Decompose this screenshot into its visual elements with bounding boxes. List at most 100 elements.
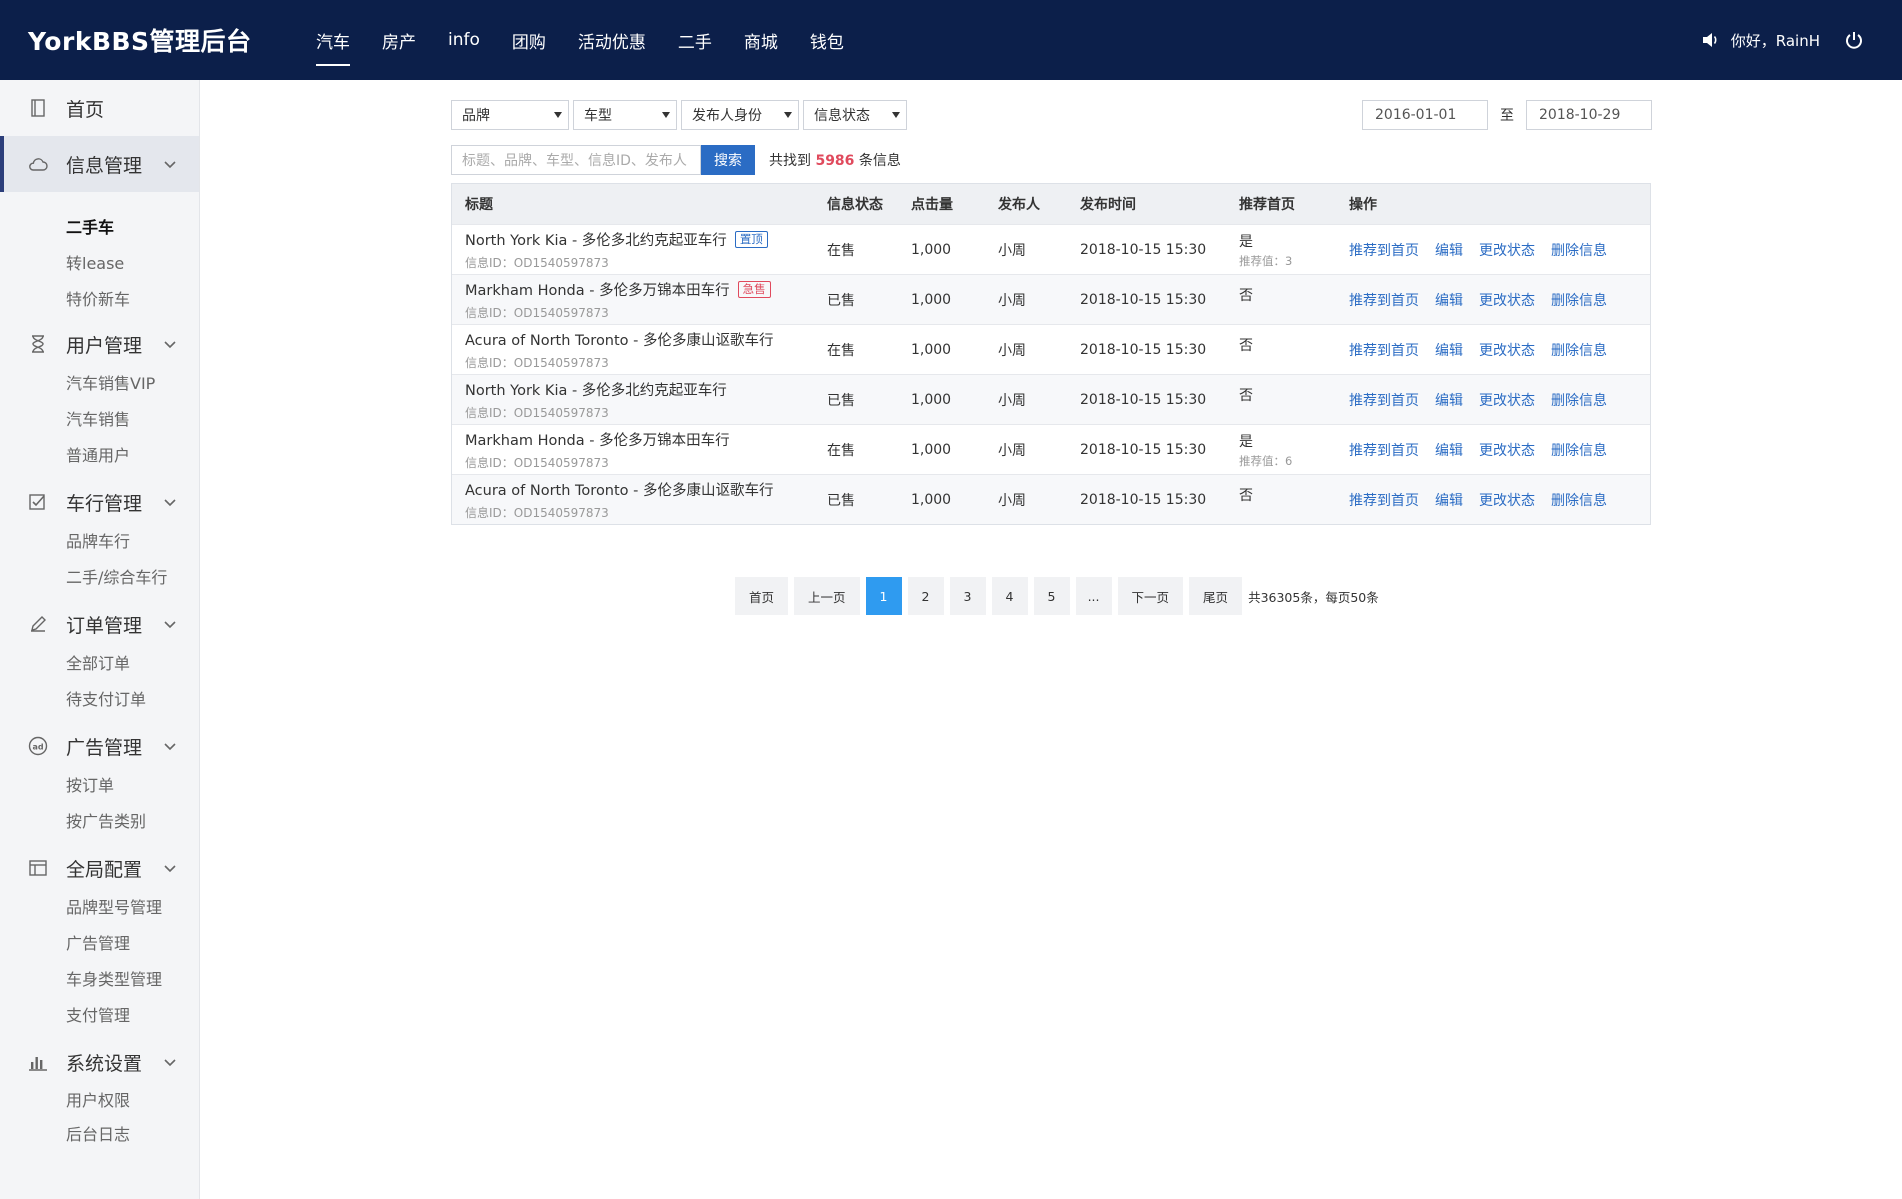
status-select-value: 信息状态 (814, 108, 870, 124)
sidebar-group-0[interactable]: 信息管理 (0, 136, 199, 192)
page-number-button[interactable]: 4 (991, 577, 1028, 615)
top-header: YorkBBS管理后台 汽车 房产 info 团购 活动优惠 二手 商城 钱包 你好，Rain… (0, 0, 1902, 80)
nav-tab-7[interactable]: 钱包 (794, 0, 860, 80)
delete-link[interactable]: 删除信息 (1551, 393, 1607, 409)
listing-title-line: Markham Honda - 多伦多万锦本田车行 急售 (465, 279, 827, 300)
delete-link[interactable]: 删除信息 (1551, 493, 1607, 509)
sidebar-item-1-2[interactable]: 普通用户 (0, 436, 199, 472)
date-from-input[interactable]: 2016-01-01 (1362, 100, 1488, 130)
sidebar-item-5-0[interactable]: 品牌型号管理 (0, 888, 199, 924)
sidebar-item-0-2[interactable]: 特价新车 (0, 280, 199, 316)
sidebar-item-2-0[interactable]: 品牌车行 (0, 522, 199, 558)
recommend-link[interactable]: 推荐到首页 (1349, 443, 1419, 459)
sidebar-group-6[interactable]: 系统设置 (0, 1042, 199, 1082)
brand-select-value: 品牌 (462, 108, 490, 124)
date-to-input[interactable]: 2018-10-29 (1526, 100, 1652, 130)
change-status-link[interactable]: 更改状态 (1479, 343, 1535, 359)
search-button[interactable]: 搜索 (701, 145, 755, 175)
page-number-button[interactable]: 1 (865, 577, 902, 615)
change-status-link[interactable]: 更改状态 (1479, 443, 1535, 459)
recommend-link[interactable]: 推荐到首页 (1349, 493, 1419, 509)
power-icon[interactable] (1842, 28, 1866, 52)
sidebar-group-5[interactable]: 全局配置 (0, 848, 199, 888)
nav-tab-2[interactable]: info (432, 0, 496, 80)
sidebar-item-4-0[interactable]: 按订单 (0, 766, 199, 802)
sidebar-group-1[interactable]: 用户管理 (0, 324, 199, 364)
cell-status: 已售 (827, 292, 855, 309)
first-page-button[interactable]: 首页 (735, 577, 789, 615)
recommend-link[interactable]: 推荐到首页 (1349, 343, 1419, 359)
sidebar-group-4[interactable]: ad 广告管理 (0, 726, 199, 766)
model-select[interactable]: 车型 (573, 100, 677, 130)
sidebar-item-6-1[interactable]: 后台日志 (0, 1116, 199, 1150)
sidebar-item-3-0[interactable]: 全部订单 (0, 644, 199, 680)
sidebar-group-2[interactable]: 车行管理 (0, 482, 199, 522)
cell-actions: 推荐到首页 编辑 更改状态 删除信息 (1349, 490, 1649, 510)
listing-title[interactable]: Markham Honda - 多伦多万锦本田车行 (465, 429, 730, 450)
page-number-button[interactable]: 2 (907, 577, 944, 615)
sidebar-item-1-0[interactable]: 汽车销售VIP (0, 364, 199, 400)
chevron-down-icon (163, 337, 177, 351)
sidebar-item-home[interactable]: 首页 (0, 80, 199, 136)
prev-page-button[interactable]: 上一页 (794, 577, 860, 615)
page-number-button[interactable]: 3 (949, 577, 986, 615)
edit-link[interactable]: 编辑 (1435, 293, 1463, 309)
delete-link[interactable]: 删除信息 (1551, 243, 1607, 259)
cell-publisher: 小周 (998, 292, 1026, 309)
table-row: North York Kia - 多伦多北约克起亚车行 置顶 信息ID：OD1540… (452, 224, 1650, 274)
next-page-button[interactable]: 下一页 (1117, 577, 1184, 615)
search-input[interactable]: 标题、品牌、车型、信息ID、发布人 (451, 145, 701, 175)
recommend-link[interactable]: 推荐到首页 (1349, 293, 1419, 309)
nav-tab-5[interactable]: 二手 (662, 0, 728, 80)
recommend-link[interactable]: 推荐到首页 (1349, 393, 1419, 409)
recommend-link[interactable]: 推荐到首页 (1349, 243, 1419, 259)
status-select[interactable]: 信息状态 (803, 100, 907, 130)
page-number-button[interactable]: 5 (1033, 577, 1070, 615)
edit-link[interactable]: 编辑 (1435, 343, 1463, 359)
sidebar-item-5-3[interactable]: 支付管理 (0, 996, 199, 1032)
last-page-button[interactable]: 尾页 (1189, 577, 1243, 615)
edit-link[interactable]: 编辑 (1435, 493, 1463, 509)
listing-title[interactable]: North York Kia - 多伦多北约克起亚车行 (465, 229, 727, 250)
sidebar-item-5-2[interactable]: 车身类型管理 (0, 960, 199, 996)
change-status-link[interactable]: 更改状态 (1479, 393, 1535, 409)
nav-tab-0[interactable]: 汽车 (300, 0, 366, 80)
brand-select[interactable]: 品牌 (451, 100, 569, 130)
edit-link[interactable]: 编辑 (1435, 443, 1463, 459)
edit-link[interactable]: 编辑 (1435, 393, 1463, 409)
nav-tab-4[interactable]: 活动优惠 (562, 0, 662, 80)
sidebar-item-6-0[interactable]: 用户权限 (0, 1082, 199, 1116)
delete-link[interactable]: 删除信息 (1551, 343, 1607, 359)
nav-tab-1[interactable]: 房产 (366, 0, 432, 80)
sidebar-item-1-1[interactable]: 汽车销售 (0, 400, 199, 436)
listing-title[interactable]: Acura of North Toronto - 多伦多康山讴歌车行 (465, 329, 774, 350)
sidebar-group-3[interactable]: 订单管理 (0, 604, 199, 644)
sidebar-item-0-1[interactable]: 转lease (0, 244, 199, 280)
nav-tab-3[interactable]: 团购 (496, 0, 562, 80)
listing-title[interactable]: North York Kia - 多伦多北约克起亚车行 (465, 379, 727, 400)
listing-title[interactable]: Acura of North Toronto - 多伦多康山讴歌车行 (465, 479, 774, 500)
change-status-link[interactable]: 更改状态 (1479, 493, 1535, 509)
change-status-link[interactable]: 更改状态 (1479, 243, 1535, 259)
user-greeting[interactable]: 你好，RainH (1731, 30, 1820, 51)
cell-recommend: 否 (1239, 385, 1349, 405)
cell-publisher: 小周 (998, 392, 1026, 409)
sidebar-item-0-0[interactable]: 二手车 (0, 208, 199, 244)
cell-recommend: 否 (1239, 285, 1349, 305)
table-header: 标题 信息状态 点击量 发布人 发布时间 推荐首页 操作 (452, 184, 1650, 224)
sidebar-item-3-1[interactable]: 待支付订单 (0, 680, 199, 716)
sidebar-item-5-1[interactable]: 广告管理 (0, 924, 199, 960)
delete-link[interactable]: 删除信息 (1551, 443, 1607, 459)
sidebar-item-2-1[interactable]: 二手/综合车行 (0, 558, 199, 594)
publisher-type-select[interactable]: 发布人身份 (681, 100, 799, 130)
speaker-icon[interactable] (1699, 28, 1723, 52)
nav-tab-6[interactable]: 商城 (728, 0, 794, 80)
delete-link[interactable]: 删除信息 (1551, 293, 1607, 309)
edit-link[interactable]: 编辑 (1435, 243, 1463, 259)
change-status-link[interactable]: 更改状态 (1479, 293, 1535, 309)
listing-title[interactable]: Markham Honda - 多伦多万锦本田车行 (465, 279, 730, 300)
app-logo[interactable]: YorkBBS管理后台 (28, 22, 252, 58)
sidebar-item-4-1[interactable]: 按广告类别 (0, 802, 199, 838)
